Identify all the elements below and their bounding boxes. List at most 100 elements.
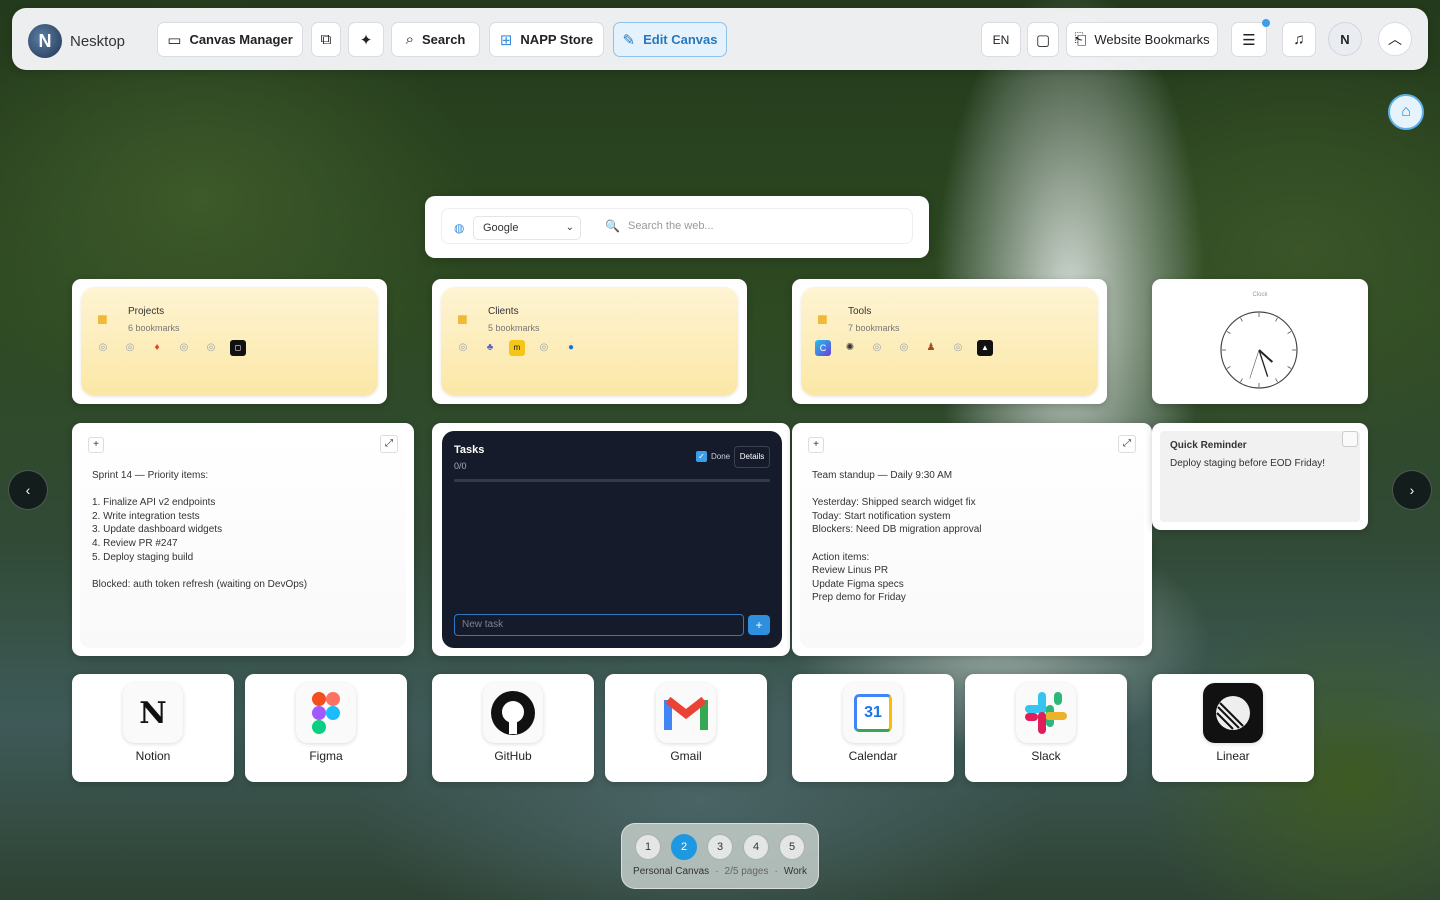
widgets-button[interactable]: ⧉ [311,22,341,57]
reminder-widget[interactable]: Quick Reminder Deploy staging before EOD… [1152,423,1368,530]
brand[interactable]: N Nesktop [28,24,125,58]
ai-button[interactable]: ✦ [348,22,384,57]
square-app-icon[interactable]: ◻ [230,340,246,356]
notion-icon: N [123,683,183,743]
globe-icon: ◍ [454,221,465,235]
show-done-toggle[interactable]: ✓ Done [696,451,730,462]
home-button[interactable]: ⌂ [1388,94,1424,130]
app-name: Gmail [670,749,702,763]
napp-store-label: NAPP Store [520,32,594,47]
app-shortcut-slack[interactable]: Slack [965,674,1127,782]
language-button[interactable]: EN [981,22,1021,57]
vercel-icon[interactable]: ▲ [977,340,993,356]
globe-icon[interactable]: ◎ [536,340,552,356]
separator-dot: · [774,866,778,877]
app-shortcut-linear[interactable]: Linear [1152,674,1314,782]
monitor-icon: ▭ [167,31,182,49]
slack-logo [1025,692,1067,734]
next-page-button[interactable]: › [1392,470,1432,510]
folder-count: 7 bookmarks [848,323,900,333]
globe-icon[interactable]: ◎ [122,340,138,356]
chat-icon: ▢ [1035,31,1051,49]
add-note-button[interactable]: + [88,437,104,453]
teams-icon[interactable]: ♣ [482,340,498,356]
globe-icon[interactable]: ◎ [950,340,966,356]
pager-footer: Personal Canvas · 2/5 pages · Work [622,866,818,877]
note-widget-sprint[interactable]: + ⤢ Sprint 14 — Priority items: 1. Final… [72,423,414,656]
folder-card-projects[interactable]: ■ Projects 6 bookmarks ◎ ◎ ♦ ◎ ◎ ◻ [72,279,387,404]
sparkle-icon: ✦ [359,31,373,49]
chevron-right-icon: › [1409,482,1415,498]
tool-icon[interactable]: ♟ [923,340,939,356]
expand-icon[interactable]: ⤢ [1118,435,1136,453]
tasks-progress-bar [454,479,770,482]
gmail-icon [656,683,716,743]
page-button-3[interactable]: 3 [707,834,733,860]
folder-title: Tools [848,306,872,317]
note-text[interactable]: Sprint 14 — Priority items: 1. Finalize … [92,469,307,591]
app-shortcut-github[interactable]: GitHub [432,674,594,782]
globe-icon[interactable]: ◎ [176,340,192,356]
folder-title: Clients [488,306,519,317]
expand-icon[interactable]: ⤢ [380,435,398,453]
gitlab-icon[interactable]: ♦ [149,340,165,356]
folder-icon: ■ [97,309,108,329]
globe-icon[interactable]: ◎ [95,340,111,356]
folder-panel: ■ Projects 6 bookmarks ◎ ◎ ♦ ◎ ◎ ◻ [81,287,378,396]
canvas-manager-button[interactable]: ▭ Canvas Manager [157,22,303,57]
app-name: Nesktop [70,32,126,50]
clock-widget[interactable]: Clock [1152,279,1368,404]
clock-label: Clock [1252,292,1268,298]
search-engine-select[interactable]: Google ⌄ [473,216,581,240]
done-label: Done [711,452,731,461]
page-button-1[interactable]: 1 [635,834,661,860]
chevron-up-icon: ︿ [1388,31,1402,47]
web-search-input[interactable]: Search the web... [628,220,714,232]
blue-dot-icon[interactable]: ● [563,340,579,356]
page-button-2[interactable]: 2 [671,834,697,860]
globe-icon[interactable]: ◎ [203,340,219,356]
app-name: Linear [1216,749,1250,763]
reminder-text: Deploy staging before EOD Friday! [1170,458,1326,469]
globe-icon[interactable]: ◎ [869,340,885,356]
user-avatar[interactable]: N [1328,22,1362,56]
reminder-title: Quick Reminder [1170,440,1247,451]
folder-icon: ■ [817,309,828,329]
home-icon: ⌂ [1401,103,1411,120]
linear-icon [1203,683,1263,743]
folder-card-clients[interactable]: ■ Clients 5 bookmarks ◎ ♣ m ◎ ● [432,279,747,404]
note-widget-standup[interactable]: + ⤢ Team standup — Daily 9:30 AM Yesterd… [792,423,1152,656]
details-button[interactable]: Details [734,446,770,468]
miro-icon[interactable]: m [509,340,525,356]
add-note-button[interactable]: + [808,437,824,453]
folder-title: Projects [128,306,165,317]
note-text[interactable]: Team standup — Daily 9:30 AM Yesterday: … [812,469,982,605]
previous-page-button[interactable]: ‹ [8,470,48,510]
page-button-5[interactable]: 5 [779,834,805,860]
folder-card-tools[interactable]: ■ Tools 7 bookmarks C ✺ ◎ ◎ ♟ ◎ ▲ [792,279,1107,404]
page-button-4[interactable]: 4 [743,834,769,860]
messages-button[interactable]: ▢ [1027,22,1059,57]
globe-icon[interactable]: ◎ [896,340,912,356]
app-shortcut-figma[interactable]: Figma [245,674,407,782]
globe-icon[interactable]: ◎ [455,340,471,356]
search-button[interactable]: ⌕ Search [391,22,480,57]
app-shortcut-gmail[interactable]: Gmail [605,674,767,782]
edit-canvas-button[interactable]: ✎ Edit Canvas [613,22,727,57]
collapse-toolbar-button[interactable]: ︿ [1378,22,1412,56]
canva-icon[interactable]: C [815,340,831,356]
openai-icon[interactable]: ✺ [842,340,858,356]
calendar-icon: 31 [843,683,903,743]
page-status: 2/5 pages [724,866,769,877]
website-bookmarks-button[interactable]: ⎗ Website Bookmarks [1066,22,1218,57]
new-task-input[interactable]: New task [454,614,744,636]
app-shortcut-calendar[interactable]: 31 Calendar [792,674,954,782]
bookmark-favicons: ◎ ♣ m ◎ ● [455,340,579,356]
app-shortcut-notion[interactable]: N Notion [72,674,234,782]
napp-store-button[interactable]: ⊞ NAPP Store [489,22,604,57]
reminder-corner-toggle[interactable] [1342,431,1358,447]
notifications-button[interactable]: ♫ [1282,22,1316,57]
notes-button[interactable]: ☰ [1231,19,1270,57]
web-search-widget: ◍ Google ⌄ 🔍 Search the web... [425,196,929,258]
add-task-button[interactable]: + [748,615,770,635]
